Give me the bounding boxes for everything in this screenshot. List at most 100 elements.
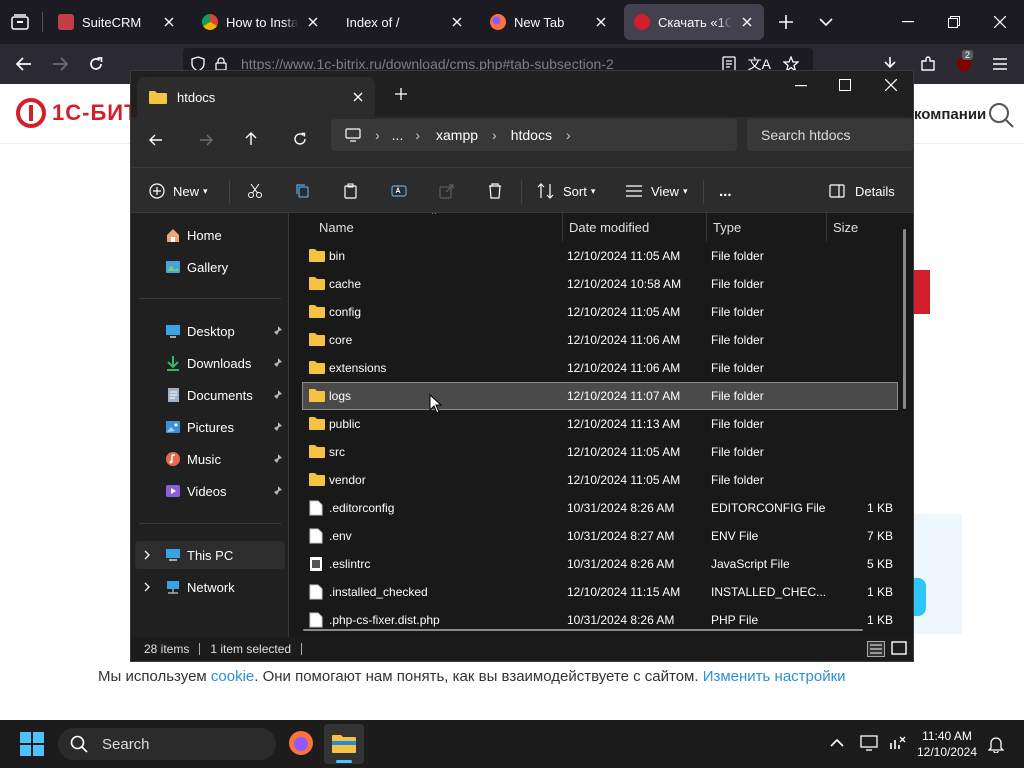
chevron-right-icon[interactable]: › [492, 127, 497, 143]
more-options-button[interactable]: ... [719, 176, 732, 206]
nav-item-videos[interactable]: Videos [135, 477, 285, 505]
browser-tab-bitrix[interactable]: Скачать «1С-Битрикс» [624, 4, 764, 40]
cut-icon[interactable] [247, 176, 263, 206]
folder-row[interactable]: config 12/10/2024 11:05 AM File folder [303, 299, 897, 325]
breadcrumb-overflow[interactable]: ... [392, 127, 404, 143]
notification-bell-icon[interactable] [988, 735, 1004, 753]
folder-row[interactable]: cache 12/10/2024 10:58 AM File folder [303, 271, 897, 297]
chevron-right-icon[interactable] [143, 550, 151, 560]
view-button[interactable]: View ▾ [625, 176, 687, 206]
new-button[interactable]: New ▾ [149, 176, 208, 206]
horizontal-scrollbar[interactable] [303, 629, 863, 631]
tab-list-icon[interactable] [814, 10, 838, 34]
extensions-icon[interactable] [916, 52, 940, 76]
folder-row[interactable]: logs 12/10/2024 11:07 AM File folder [302, 382, 898, 410]
breadcrumb-item-xampp[interactable]: xampp [436, 127, 478, 143]
firefox-taskbar-icon[interactable] [288, 730, 314, 756]
forward-icon[interactable] [48, 52, 72, 76]
browser-tab-newtab[interactable]: New Tab [480, 4, 618, 40]
nav-item-network[interactable]: Network [135, 573, 285, 601]
paste-icon[interactable] [343, 176, 359, 206]
column-header-date[interactable]: Date modified [563, 213, 707, 241]
network-offline-icon[interactable] [888, 735, 906, 751]
browser-tab-suitecrm[interactable]: SuiteCRM [48, 4, 186, 40]
restore-icon[interactable] [942, 10, 966, 34]
column-header-size[interactable]: Size [827, 213, 913, 241]
monitor-icon[interactable] [860, 735, 878, 751]
search-icon[interactable] [988, 102, 1014, 128]
file-row[interactable]: .installed_checked 12/10/2024 11:15 AM INS… [303, 579, 897, 605]
details-view-icon[interactable] [867, 641, 885, 657]
minimize-icon[interactable] [896, 10, 920, 34]
file-row[interactable]: .eslintrc 10/31/2024 8:26 AM JavaScript Fi… [303, 551, 897, 577]
folder-row[interactable]: public 12/10/2024 11:13 AM File folder [303, 411, 897, 437]
nav-item-documents[interactable]: Documents [135, 381, 285, 409]
pin-icon[interactable] [273, 422, 283, 432]
minimize-icon[interactable] [795, 85, 807, 87]
ublock-icon[interactable]: 2 [952, 50, 976, 76]
file-row[interactable]: .env 10/31/2024 8:27 AM ENV File 7 KB [303, 523, 897, 549]
browser-tab-install[interactable]: How to Install SuiteCRM [192, 4, 330, 40]
pc-icon[interactable] [345, 128, 361, 142]
nav-item-pictures[interactable]: Pictures [135, 413, 285, 441]
folder-row[interactable]: vendor 12/10/2024 11:05 AM File folder [303, 467, 897, 493]
vertical-scrollbar[interactable] [903, 229, 906, 409]
back-icon[interactable] [149, 134, 163, 146]
chevron-right-icon[interactable]: › [415, 127, 420, 143]
pin-icon[interactable] [273, 486, 283, 496]
close-tab-icon[interactable] [353, 92, 363, 102]
close-tab-icon[interactable] [162, 15, 176, 29]
folder-row[interactable]: extensions 12/10/2024 11:06 AM File folder [303, 355, 897, 381]
nav-item-this-pc[interactable]: This PC [135, 541, 285, 569]
delete-icon[interactable] [487, 176, 503, 206]
windows-start-icon[interactable] [20, 732, 44, 756]
details-button[interactable]: Details [829, 176, 895, 206]
nav-item-desktop[interactable]: Desktop [135, 317, 285, 345]
close-tab-icon[interactable] [306, 15, 320, 29]
back-icon[interactable] [12, 52, 36, 76]
cookie-link[interactable]: cookie [211, 668, 254, 685]
close-window-icon[interactable] [885, 79, 897, 91]
close-tab-icon[interactable] [740, 15, 754, 29]
up-icon[interactable] [245, 132, 257, 146]
chevron-right-icon[interactable]: › [375, 127, 380, 143]
refresh-icon[interactable] [293, 132, 307, 146]
close-tab-icon[interactable] [450, 15, 464, 29]
explorer-tab[interactable]: htdocs [137, 77, 375, 117]
column-header-name[interactable]: Name [313, 213, 563, 241]
share-icon[interactable] [439, 176, 455, 206]
firefox-view-icon[interactable] [8, 10, 32, 34]
breadcrumb[interactable]: › ... › xampp › htdocs › [331, 119, 737, 151]
search-input[interactable]: Search htdocs [747, 119, 913, 151]
new-tab-button[interactable] [774, 10, 798, 34]
column-header-type[interactable]: Type [707, 213, 827, 241]
pin-icon[interactable] [273, 390, 283, 400]
close-window-icon[interactable] [988, 10, 1012, 34]
forward-icon[interactable] [199, 134, 213, 146]
pin-icon[interactable] [273, 454, 283, 464]
cookie-settings-link[interactable]: Изменить настройки [703, 668, 846, 685]
pin-icon[interactable] [273, 358, 283, 368]
chevron-right-icon[interactable] [143, 582, 151, 592]
reload-icon[interactable] [84, 52, 108, 76]
chevron-right-icon[interactable]: › [566, 127, 571, 143]
chevron-up-icon[interactable] [830, 738, 844, 748]
nav-item-downloads[interactable]: Downloads [135, 349, 285, 377]
folder-row[interactable]: src 12/10/2024 11:05 AM File folder [303, 439, 897, 465]
folder-row[interactable]: core 12/10/2024 11:06 AM File folder [303, 327, 897, 353]
pin-icon[interactable] [273, 326, 283, 336]
sort-button[interactable]: Sort ▾ [537, 176, 595, 206]
maximize-icon[interactable] [839, 79, 851, 91]
nav-item-home[interactable]: Home [135, 221, 285, 249]
file-row[interactable]: .editorconfig 10/31/2024 8:26 AM EDITORCON… [303, 495, 897, 521]
clock[interactable]: 11:40 AM 12/10/2024 [912, 728, 982, 760]
folder-row[interactable]: bin 12/10/2024 11:05 AM File folder [303, 243, 897, 269]
browser-tab-index[interactable]: Index of / [336, 4, 474, 40]
header-menu-item[interactable]: компании [914, 106, 986, 123]
breadcrumb-item-htdocs[interactable]: htdocs [511, 127, 552, 143]
file-explorer-taskbar-button[interactable] [324, 724, 364, 764]
menu-icon[interactable] [988, 52, 1012, 76]
nav-item-gallery[interactable]: Gallery [135, 253, 285, 281]
nav-item-music[interactable]: Music [135, 445, 285, 473]
new-tab-button[interactable] [395, 88, 407, 100]
